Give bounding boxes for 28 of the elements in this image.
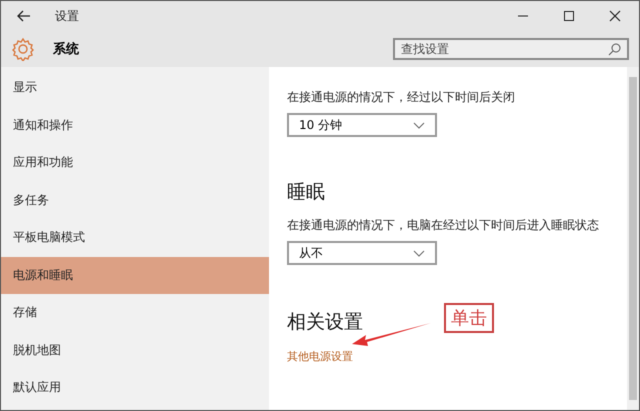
section-heading: 睡眠 [287, 180, 325, 205]
back-icon[interactable] [17, 10, 31, 22]
sidebar-item[interactable]: 通知和操作 [1, 106, 269, 144]
close-icon[interactable] [609, 10, 621, 22]
section-heading: 相关设置 [287, 310, 363, 335]
sidebar-item[interactable]: 脱机地图 [1, 332, 269, 369]
maximize-icon[interactable] [563, 10, 575, 22]
sidebar-item[interactable]: 平板电脑模式 [1, 219, 269, 256]
scrollbar[interactable] [627, 67, 639, 410]
dropdown[interactable]: 从不 [287, 241, 437, 265]
search-field[interactable]: 查找设置 [393, 38, 629, 60]
search-icon[interactable] [608, 43, 621, 56]
sidebar-item[interactable]: 电源和睡眠 [1, 256, 269, 294]
description-text: 在接通电源的情况下，电脑在经过以下时间后进入睡眠状态 [287, 217, 600, 234]
dropdown[interactable]: 10 分钟 [287, 113, 437, 137]
annotation-label: 单击 [444, 303, 494, 333]
sidebar-item[interactable]: 应用和功能 [1, 144, 269, 182]
power-settings-link[interactable]: 其他电源设置 [287, 349, 353, 364]
chevron-icon [413, 250, 425, 256]
description-text: 在接通电源的情况下，经过以下时间后关闭 [287, 89, 516, 106]
sidebar-item[interactable]: 存储 [1, 294, 269, 332]
window-title: 设置 [55, 8, 79, 24]
gear-icon [11, 37, 35, 61]
sidebar-item[interactable]: 默认应用 [1, 369, 269, 406]
sidebar-item[interactable]: 显示 [1, 69, 269, 106]
chevron-icon [413, 122, 425, 128]
sidebar-item[interactable]: 多任务 [1, 182, 269, 219]
section-title: 系统 [53, 40, 79, 58]
